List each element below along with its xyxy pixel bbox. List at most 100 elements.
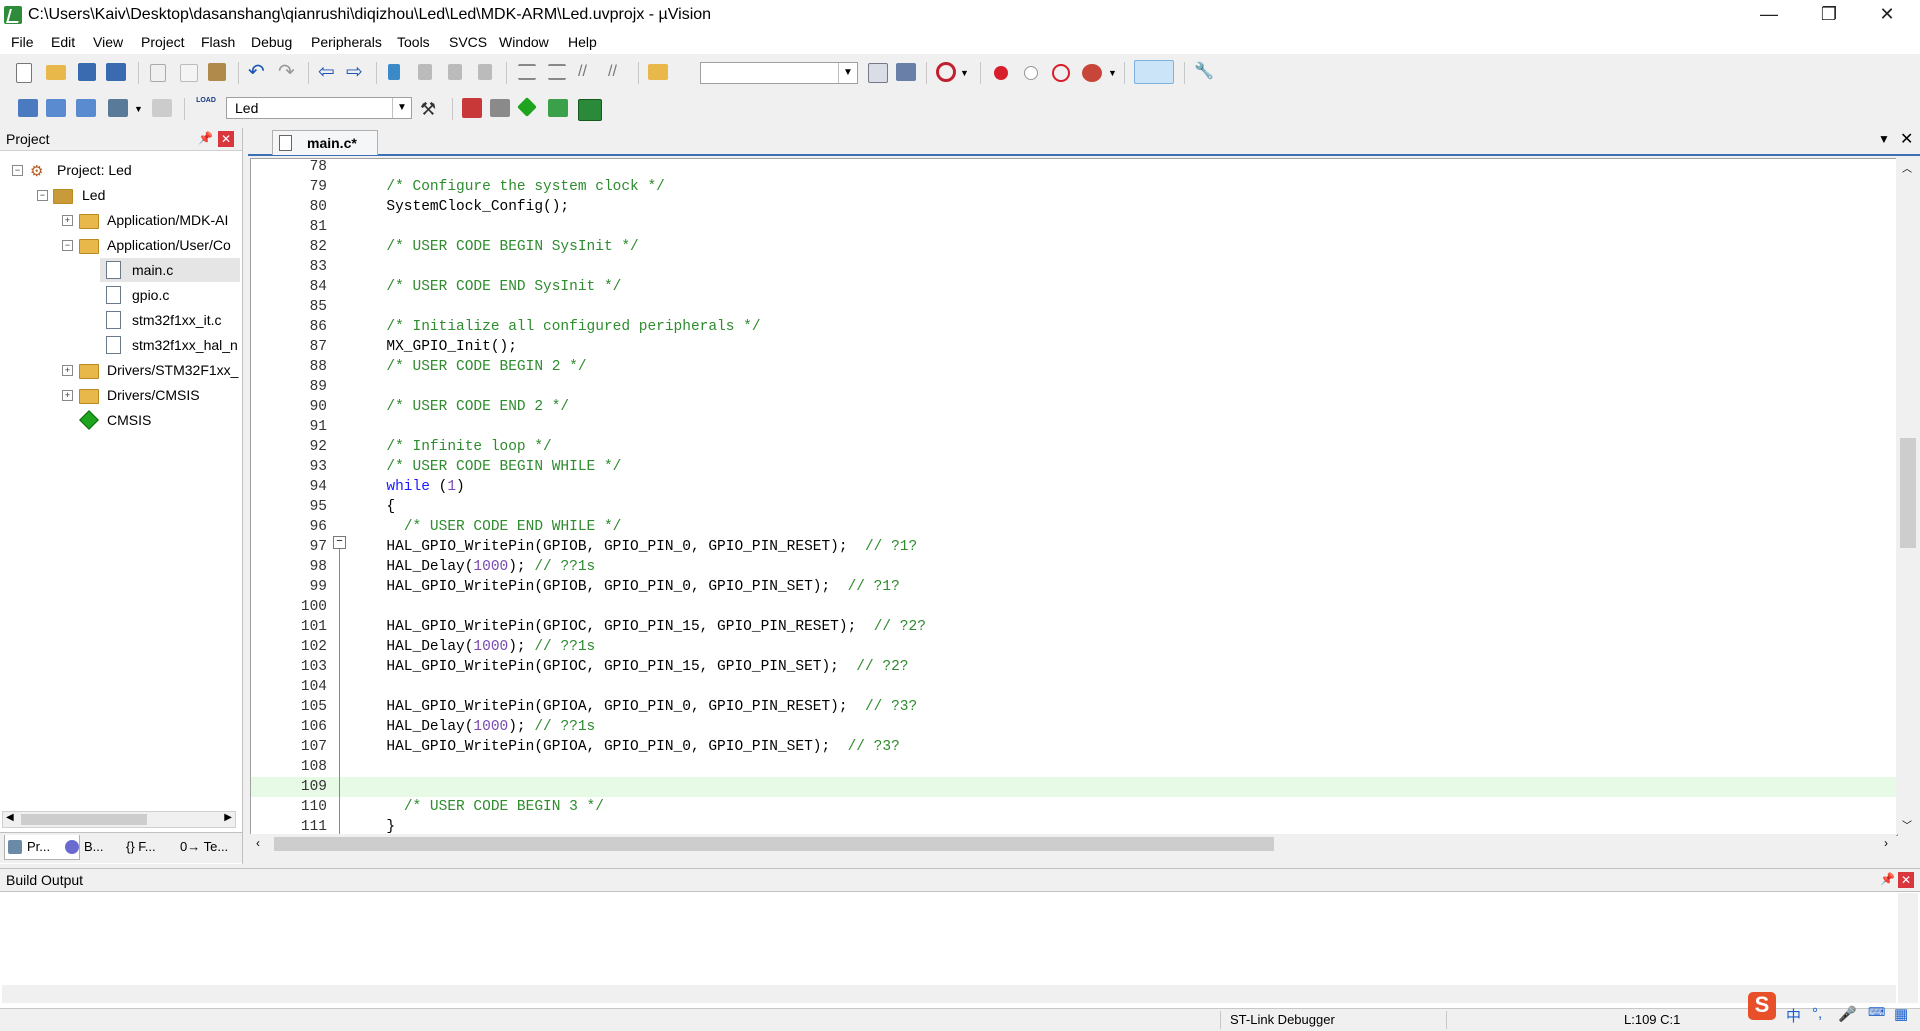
tree-component-cmsis[interactable]: CMSIS (0, 408, 240, 432)
build-vertical-scrollbar[interactable] (1898, 893, 1918, 1003)
code-line[interactable]: 81 (251, 217, 1897, 237)
bookmark-clear-icon[interactable] (478, 64, 492, 80)
menu-view[interactable]: View (93, 34, 123, 50)
save-all-icon[interactable] (106, 63, 126, 81)
indent-icon[interactable] (518, 64, 536, 80)
translate-icon[interactable] (18, 99, 38, 117)
menu-flash[interactable]: Flash (201, 34, 235, 50)
code-line[interactable]: 110 /* USER CODE BEGIN 3 */ (251, 797, 1897, 817)
code-line[interactable]: 91 (251, 417, 1897, 437)
expand-icon[interactable]: + (62, 215, 73, 226)
tree-group-drivers-hal[interactable]: + Drivers/STM32F1xx_ (0, 358, 240, 382)
code-line[interactable]: 89 (251, 377, 1897, 397)
start-debug-icon[interactable] (936, 62, 956, 82)
tab-main-c[interactable]: main.c* (272, 130, 378, 155)
code-line[interactable]: 103 HAL_GPIO_WritePin(GPIOC, GPIO_PIN_15… (251, 657, 1897, 677)
undo-icon[interactable]: ↶ (248, 62, 268, 82)
scroll-up-icon[interactable]: ︿ (1902, 160, 1912, 175)
menu-svcs[interactable]: SVCS (449, 34, 487, 50)
code-line[interactable]: 97 HAL_GPIO_WritePin(GPIOB, GPIO_PIN_0, … (251, 537, 1897, 557)
expand-icon[interactable]: + (62, 365, 73, 376)
code-line[interactable]: 80 SystemClock_Config(); (251, 197, 1897, 217)
tree-file-stm32f1xx-hal-msp[interactable]: stm32f1xx_hal_n (100, 333, 240, 357)
code-line[interactable]: 99 HAL_GPIO_WritePin(GPIOB, GPIO_PIN_0, … (251, 577, 1897, 597)
code-line[interactable]: 108 (251, 757, 1897, 777)
menu-peripherals[interactable]: Peripherals (311, 34, 382, 50)
close-button[interactable]: ✕ (1862, 0, 1912, 30)
code-line[interactable]: 88 /* USER CODE BEGIN 2 */ (251, 357, 1897, 377)
code-line[interactable]: 93 /* USER CODE BEGIN WHILE */ (251, 457, 1897, 477)
unindent-icon[interactable] (548, 64, 566, 80)
code-line[interactable]: 82 /* USER CODE BEGIN SysInit */ (251, 237, 1897, 257)
debug-settings-icon[interactable] (896, 63, 916, 81)
tree-project-root[interactable]: − ⚙ Project: Led (0, 158, 240, 182)
code-line[interactable]: 106 HAL_Delay(1000); // ??1s (251, 717, 1897, 737)
scroll-left-icon[interactable]: ◀ (6, 812, 14, 823)
open-folder-icon[interactable] (46, 65, 66, 80)
chevron-down-icon[interactable]: ▼ (134, 104, 143, 114)
paste-icon[interactable] (208, 63, 226, 81)
code-line[interactable]: 84 /* USER CODE END SysInit */ (251, 277, 1897, 297)
comment-icon[interactable]: // (578, 62, 596, 82)
chevron-down-icon[interactable]: ▼ (392, 98, 411, 118)
new-file-icon[interactable] (16, 63, 32, 83)
download-load-icon[interactable]: LOAD (194, 96, 218, 120)
pack-installer-icon[interactable] (517, 97, 537, 117)
chevron-down-icon[interactable]: ▼ (960, 68, 969, 78)
code-editor[interactable]: 78 79 /* Configure the system clock */80 … (250, 158, 1898, 836)
chevron-down-icon[interactable]: ▼ (838, 63, 857, 83)
rebuild-icon[interactable] (76, 99, 96, 117)
expand-icon[interactable]: + (62, 390, 73, 401)
code-line[interactable]: 101 HAL_GPIO_WritePin(GPIOC, GPIO_PIN_15… (251, 617, 1897, 637)
ime-sogou-logo-icon[interactable]: S (1748, 992, 1776, 1020)
code-line[interactable]: 79 /* Configure the system clock */ (251, 177, 1897, 197)
save-icon[interactable] (78, 63, 96, 81)
menu-project[interactable]: Project (141, 34, 185, 50)
ime-punctuation-icon[interactable]: °, (1812, 1005, 1822, 1022)
fold-collapse-icon[interactable]: − (333, 536, 346, 549)
chevron-down-icon[interactable]: ▼ (1108, 68, 1117, 78)
tree-group-application-mdk[interactable]: + Application/MDK-AI (0, 208, 240, 232)
tab-list-dropdown-icon[interactable]: ▼ (1878, 132, 1890, 146)
collapse-icon[interactable]: − (12, 165, 23, 176)
target-options-icon[interactable]: ⚒ (420, 98, 442, 120)
manage-project-items-icon[interactable] (462, 98, 482, 118)
code-line[interactable]: 109 (251, 777, 1897, 797)
collapse-icon[interactable]: − (62, 240, 73, 251)
breakpoint-kill-all-icon[interactable] (1082, 64, 1102, 82)
scroll-left-icon[interactable]: ‹ (256, 836, 260, 850)
menu-debug[interactable]: Debug (251, 34, 292, 50)
batch-build-icon[interactable] (108, 99, 128, 117)
uncomment-icon[interactable]: // (608, 62, 626, 82)
menu-help[interactable]: Help (568, 34, 597, 50)
close-tab-icon[interactable]: ✕ (1900, 129, 1913, 149)
manage-rte-icon[interactable] (578, 99, 602, 121)
code-line[interactable]: 92 /* Infinite loop */ (251, 437, 1897, 457)
maximize-button[interactable]: ❐ (1804, 0, 1854, 30)
menu-file[interactable]: File (11, 34, 34, 50)
scroll-down-icon[interactable]: ﹀ (1902, 817, 1912, 832)
cut-icon[interactable] (150, 64, 166, 82)
code-line[interactable]: 95 { (251, 497, 1897, 517)
scroll-thumb[interactable] (1900, 438, 1916, 548)
find-combo[interactable]: ▼ (700, 62, 858, 84)
build-output-text[interactable] (2, 893, 1896, 993)
ime-microphone-icon[interactable]: 🎤 (1838, 1005, 1857, 1023)
build-horizontal-scrollbar[interactable] (2, 985, 1896, 1003)
incremental-find-icon[interactable] (868, 63, 888, 83)
navigate-back-icon[interactable]: ⇦ (318, 62, 338, 82)
menu-tools[interactable]: Tools (397, 34, 430, 50)
ime-toolbox-icon[interactable]: ▦ (1894, 1005, 1908, 1023)
navigate-forward-icon[interactable]: ⇨ (346, 62, 366, 82)
breakpoint-disable-all-icon[interactable] (1052, 64, 1070, 82)
close-panel-icon[interactable]: ✕ (1898, 872, 1914, 888)
code-line[interactable]: 83 (251, 257, 1897, 277)
tree-group-application-user[interactable]: − Application/User/Co (0, 233, 240, 257)
code-line[interactable]: 85 (251, 297, 1897, 317)
code-line[interactable]: 96 /* USER CODE END WHILE */ (251, 517, 1897, 537)
code-line[interactable]: 86 /* Initialize all configured peripher… (251, 317, 1897, 337)
select-packs-icon[interactable] (490, 99, 510, 117)
bookmark-prev-icon[interactable] (418, 64, 432, 80)
code-line[interactable]: 105 HAL_GPIO_WritePin(GPIOA, GPIO_PIN_0,… (251, 697, 1897, 717)
tree-group-drivers-cmsis[interactable]: + Drivers/CMSIS (0, 383, 240, 407)
